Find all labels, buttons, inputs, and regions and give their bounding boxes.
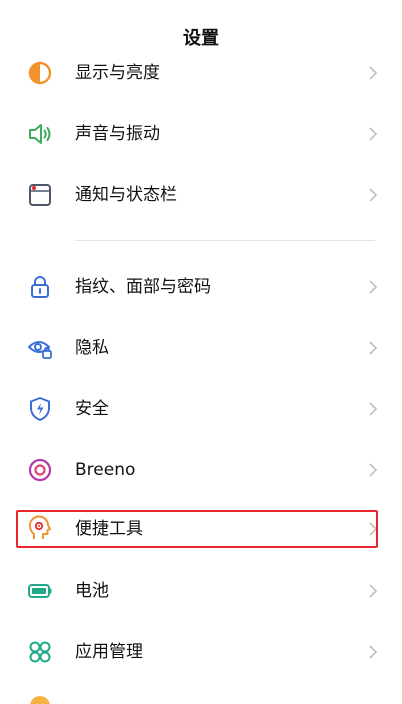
privacy-eye-icon <box>28 341 52 359</box>
settings-item-label: 通知与状态栏 <box>75 185 177 205</box>
settings-item-notification-statusbar[interactable]: 通知与状态栏 <box>0 165 402 226</box>
breeno-icon <box>28 458 52 482</box>
speaker-icon <box>29 124 51 144</box>
partial-next-item-icon <box>30 696 50 704</box>
chevron-right-icon <box>369 341 378 355</box>
settings-item-fingerprint-face-password[interactable]: 指纹、面部与密码 <box>0 257 402 318</box>
settings-item-label: 电池 <box>75 581 109 601</box>
settings-item-label: 声音与振动 <box>75 124 160 144</box>
chevron-right-icon <box>369 66 378 80</box>
chevron-right-icon <box>369 645 378 659</box>
chevron-right-icon <box>369 188 378 202</box>
settings-item-label: 指纹、面部与密码 <box>75 277 211 297</box>
section-divider <box>75 240 375 241</box>
app-management-icon <box>29 641 51 663</box>
display-brightness-icon <box>28 61 52 85</box>
settings-item-label: 隐私 <box>75 338 109 358</box>
settings-item-privacy[interactable]: 隐私 <box>0 318 402 379</box>
settings-item-battery[interactable]: 电池 <box>0 561 402 622</box>
settings-item-security[interactable]: 安全 <box>0 379 402 440</box>
notification-icon <box>29 184 51 206</box>
settings-item-label: 安全 <box>75 399 109 419</box>
chevron-right-icon <box>369 463 378 477</box>
settings-item-label: Breeno <box>75 460 136 480</box>
chevron-right-icon <box>369 402 378 416</box>
page-title: 设置 <box>183 28 219 49</box>
chevron-right-icon <box>369 127 378 141</box>
security-shield-icon <box>30 397 50 421</box>
settings-item-sound-vibration[interactable]: 声音与振动 <box>0 104 402 165</box>
chevron-right-icon <box>369 584 378 598</box>
settings-item-breeno[interactable]: Breeno <box>0 440 402 501</box>
settings-item-label: 应用管理 <box>75 642 143 662</box>
battery-icon <box>28 584 52 598</box>
settings-item-app-management[interactable]: 应用管理 <box>0 622 402 683</box>
lock-icon <box>31 276 49 298</box>
header-bar: 设置 <box>0 0 402 60</box>
selection-highlight-box <box>16 510 378 548</box>
chevron-right-icon <box>369 280 378 294</box>
